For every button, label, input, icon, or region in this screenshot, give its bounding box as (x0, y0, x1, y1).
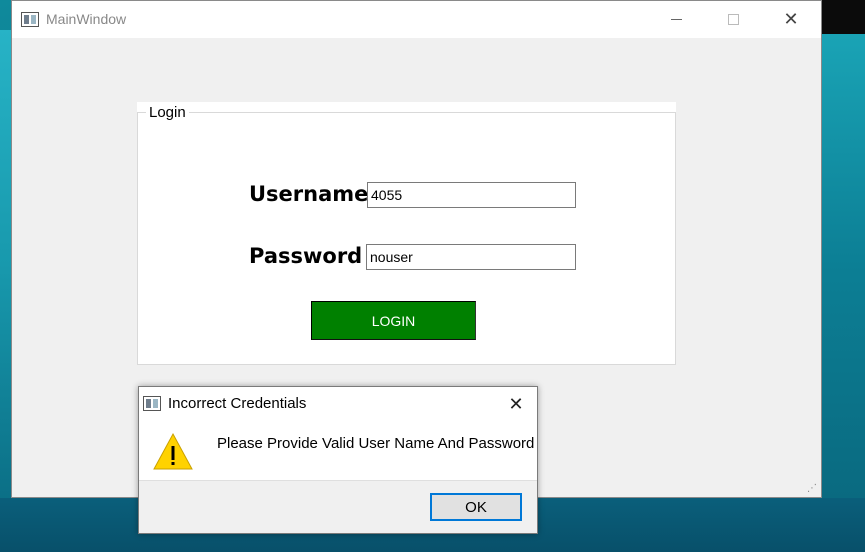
minimize-icon (670, 19, 682, 20)
dialog-title: Incorrect Credentials (168, 395, 307, 412)
dialog-body: Please Provide Valid User Name And Passw… (139, 420, 537, 480)
maximize-button[interactable] (710, 1, 756, 38)
incorrect-credentials-dialog: Incorrect Credentials ✕ Please Provide V… (138, 386, 538, 534)
dialog-message: Please Provide Valid User Name And Passw… (217, 435, 535, 452)
app-window-icon (21, 12, 39, 27)
close-button[interactable]: ✕ (768, 1, 814, 38)
password-input[interactable]: nouser (366, 244, 576, 270)
login-groupbox-legend: Login (146, 104, 189, 121)
login-groupbox-header (137, 102, 676, 112)
minimize-button[interactable] (653, 1, 699, 38)
warning-icon (153, 432, 193, 470)
dialog-titlebar[interactable]: Incorrect Credentials ✕ (139, 387, 537, 420)
password-label: Password (249, 244, 363, 268)
maximize-icon (727, 14, 739, 25)
close-icon: ✕ (508, 393, 524, 415)
dialog-footer: OK (139, 480, 537, 533)
dialog-app-icon (143, 396, 161, 411)
username-label: Username (249, 182, 369, 206)
ok-button[interactable]: OK (430, 493, 522, 521)
main-window-titlebar[interactable]: MainWindow ✕ (12, 1, 821, 38)
desktop-wallpaper-top-right (822, 0, 865, 34)
close-icon: ✕ (783, 9, 799, 30)
resize-grip-icon[interactable]: ⋰ (807, 483, 819, 495)
dialog-close-button[interactable]: ✕ (501, 389, 531, 419)
username-input[interactable]: 4055 (367, 182, 576, 208)
login-button[interactable]: LOGIN (311, 301, 476, 340)
main-window-title: MainWindow (46, 11, 127, 27)
desktop-wallpaper-right (822, 30, 865, 500)
